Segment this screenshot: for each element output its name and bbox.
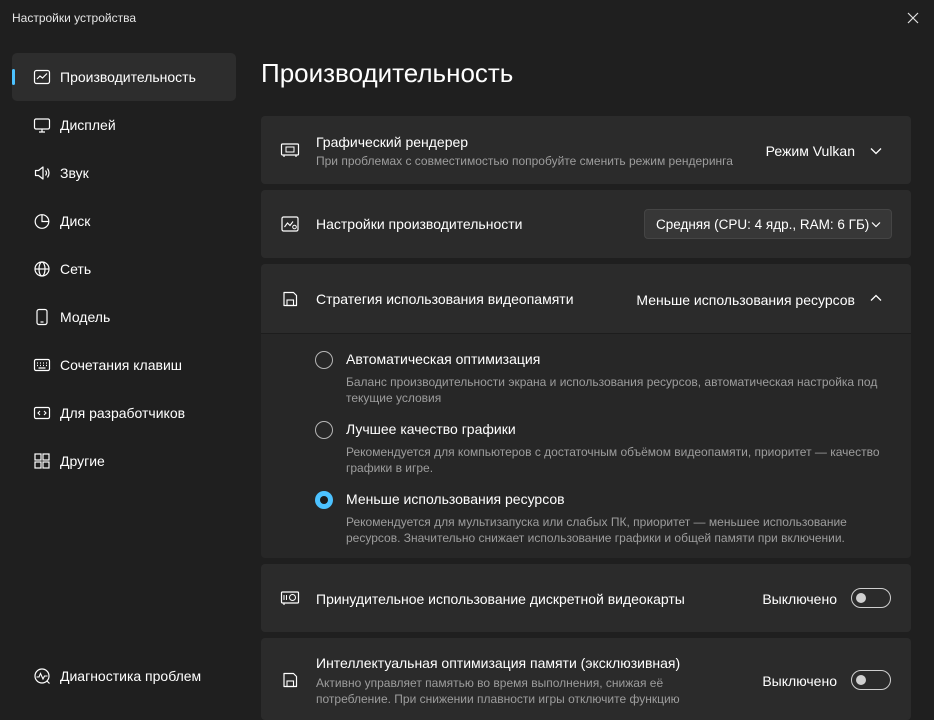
save-disk-icon bbox=[279, 288, 301, 310]
sidebar-item-label: Производительность bbox=[60, 69, 196, 85]
discrete-gpu-title: Принудительное использование дискретной … bbox=[316, 591, 685, 607]
sidebar-item-model[interactable]: Модель bbox=[12, 293, 236, 341]
sidebar-item-sound[interactable]: Звук bbox=[12, 149, 236, 197]
close-button[interactable] bbox=[902, 7, 924, 29]
performance-title: Настройки производительности bbox=[316, 216, 523, 232]
sidebar-item-network[interactable]: Сеть bbox=[12, 245, 236, 293]
sidebar-item-display[interactable]: Дисплей bbox=[12, 101, 236, 149]
sidebar-item-shortcuts[interactable]: Сочетания клавиш bbox=[12, 341, 236, 389]
sidebar-item-other[interactable]: Другие bbox=[12, 437, 236, 485]
smart-memory-state: Выключено bbox=[762, 673, 837, 689]
vram-title: Стратегия использования видеопамяти bbox=[316, 291, 574, 307]
discrete-gpu-toggle[interactable] bbox=[851, 588, 891, 608]
radio-button-selected[interactable] bbox=[315, 491, 333, 509]
renderer-card[interactable]: Графический рендерер При проблемах с сов… bbox=[261, 116, 911, 184]
sidebar-item-performance[interactable]: Производительность bbox=[12, 53, 236, 101]
performance-card: Настройки производительности Средняя (CP… bbox=[261, 190, 911, 258]
radio-option-title: Меньше использования ресурсов bbox=[346, 491, 565, 507]
vram-options-panel: Автоматическая оптимизация Баланс произв… bbox=[261, 333, 911, 558]
chevron-down-icon bbox=[869, 217, 883, 231]
sidebar-item-label: Сеть bbox=[60, 261, 92, 277]
phone-icon bbox=[32, 307, 52, 327]
sidebar-item-label: Диагностика проблем bbox=[60, 668, 202, 684]
title-bar: Настройки устройства bbox=[0, 0, 934, 36]
vram-strategy-card[interactable]: Стратегия использования видеопамяти Мень… bbox=[261, 264, 911, 333]
gpu-card-icon bbox=[279, 139, 301, 161]
pie-chart-icon bbox=[32, 211, 52, 231]
window-title: Настройки устройства bbox=[12, 11, 136, 25]
globe-icon bbox=[32, 259, 52, 279]
radio-option-description: Рекомендуется для компьютеров с достаточ… bbox=[346, 445, 880, 475]
toggle-knob bbox=[856, 593, 866, 603]
sidebar-item-disk[interactable]: Диск bbox=[12, 197, 236, 245]
active-indicator bbox=[12, 69, 15, 85]
sidebar-item-label: Звук bbox=[60, 165, 89, 181]
vram-value: Меньше использования ресурсов bbox=[636, 292, 855, 308]
discrete-gpu-card: Принудительное использование дискретной … bbox=[261, 564, 911, 632]
smart-memory-card: Интеллектуальная оптимизация памяти (экс… bbox=[261, 638, 911, 720]
radio-button[interactable] bbox=[315, 421, 333, 439]
speaker-icon bbox=[32, 163, 52, 183]
radio-option-description: Баланс производительности экрана и испол… bbox=[346, 375, 878, 405]
smart-memory-subtitle: Активно управляет памятью во время выпол… bbox=[316, 676, 680, 706]
toggle-knob bbox=[856, 675, 866, 685]
sidebar: Производительность Дисплей Звук Диск Сет… bbox=[12, 53, 236, 485]
sidebar-item-label: Диск bbox=[60, 213, 91, 229]
performance-chart-icon bbox=[32, 67, 52, 87]
performance-select-value: Средняя (CPU: 4 ядр., RAM: 6 ГБ) bbox=[656, 217, 870, 232]
monitor-icon bbox=[32, 115, 52, 135]
sidebar-bottom: Диагностика проблем bbox=[12, 652, 236, 700]
renderer-value[interactable]: Режим Vulkan bbox=[766, 143, 855, 159]
grid-icon bbox=[32, 451, 52, 471]
memory-save-icon bbox=[279, 669, 301, 691]
chevron-up-icon[interactable] bbox=[868, 290, 884, 306]
keyboard-icon bbox=[32, 355, 52, 375]
performance-select[interactable]: Средняя (CPU: 4 ядр., RAM: 6 ГБ) bbox=[644, 209, 892, 239]
smart-memory-toggle[interactable] bbox=[851, 670, 891, 690]
chevron-down-icon[interactable] bbox=[868, 143, 884, 159]
smart-memory-title: Интеллектуальная оптимизация памяти (экс… bbox=[316, 655, 681, 671]
sidebar-item-label: Дисплей bbox=[60, 117, 116, 133]
renderer-title: Графический рендерер bbox=[316, 134, 469, 150]
sidebar-item-label: Другие bbox=[60, 453, 105, 469]
code-icon bbox=[32, 403, 52, 423]
page-title: Производительность bbox=[261, 58, 514, 88]
sidebar-item-developers[interactable]: Для разработчиков bbox=[12, 389, 236, 437]
radio-option-description: Рекомендуется для мультизапуска или слаб… bbox=[346, 515, 847, 545]
sidebar-item-label: Сочетания клавиш bbox=[60, 357, 182, 373]
radio-button[interactable] bbox=[315, 351, 333, 369]
graphics-card-icon bbox=[279, 587, 301, 609]
sidebar-item-label: Для разработчиков bbox=[60, 405, 186, 421]
renderer-subtitle: При проблемах с совместимостью попробуйт… bbox=[316, 154, 733, 168]
close-icon bbox=[907, 12, 919, 24]
radio-option-title: Автоматическая оптимизация bbox=[346, 351, 541, 367]
discrete-gpu-state: Выключено bbox=[762, 591, 837, 607]
performance-settings-icon bbox=[279, 213, 301, 235]
sidebar-item-diagnostics[interactable]: Диагностика проблем bbox=[12, 652, 236, 700]
radio-option-title: Лучшее качество графики bbox=[346, 421, 516, 437]
sidebar-item-label: Модель bbox=[60, 309, 111, 325]
diagnostics-icon bbox=[32, 666, 52, 686]
